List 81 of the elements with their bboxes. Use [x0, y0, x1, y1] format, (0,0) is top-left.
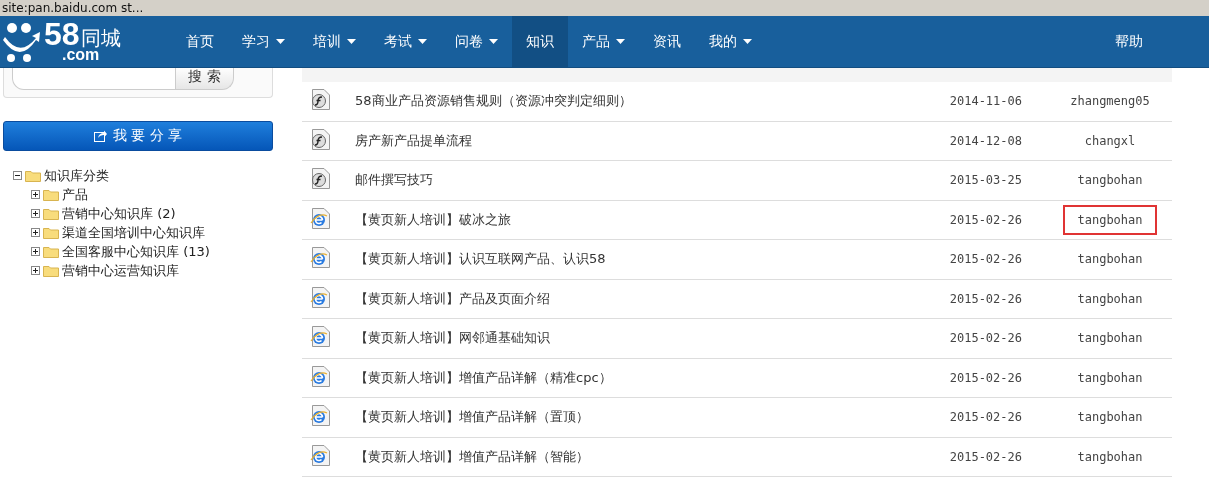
caret-icon	[276, 39, 285, 44]
logo-text: 同城	[80, 27, 121, 49]
table-cell-text: tangbohan	[1076, 369, 1144, 387]
table-cell-text: 2014-11-06	[948, 94, 1023, 109]
search-button[interactable]: 搜 索	[176, 67, 234, 90]
document-link[interactable]: 58商业产品资源销售规则（资源冲突判定细则）	[355, 92, 898, 111]
web-file-icon	[310, 326, 330, 348]
folder-icon	[43, 245, 59, 258]
caret-icon	[489, 39, 498, 44]
table-cell-text: 2015-03-25	[948, 173, 1023, 188]
document-link[interactable]: 【黄页新人培训】增值产品详解（精准cpc）	[355, 368, 898, 387]
nav-item[interactable]: 培训	[299, 16, 370, 67]
document-link[interactable]: 【黄页新人培训】增值产品详解（置顶）	[355, 408, 898, 427]
web-file-icon	[310, 207, 330, 229]
tree-item[interactable]: 知识库分类	[44, 166, 109, 185]
folder-icon	[43, 188, 59, 201]
nav-item[interactable]: 首页	[172, 16, 228, 67]
expand-icon[interactable]	[31, 228, 40, 237]
table-cell-text: 2015-02-26	[948, 410, 1023, 425]
collapse-icon[interactable]	[13, 171, 22, 180]
logo-text: 58	[44, 19, 80, 49]
table-cell-text: 2015-02-26	[948, 370, 1023, 385]
folder-icon	[43, 264, 59, 277]
tree-item[interactable]: 渠道全国培训中心知识库	[62, 223, 205, 242]
caret-icon	[347, 39, 356, 44]
table-cell-text: tangbohan	[1076, 448, 1144, 466]
nav-item[interactable]: 产品	[568, 16, 639, 67]
folder-icon	[43, 207, 59, 220]
document-link[interactable]: 房产新产品提单流程	[355, 131, 898, 150]
document-link[interactable]: 邮件撰写技巧	[355, 171, 898, 190]
caret-icon	[418, 39, 427, 44]
nav-item[interactable]: 我的	[695, 16, 766, 67]
nav-item[interactable]: 帮助	[1101, 16, 1157, 67]
folder-icon	[25, 169, 41, 182]
table-cell-text: 2014-12-08	[948, 133, 1023, 148]
expand-icon[interactable]	[31, 209, 40, 218]
web-file-icon	[310, 405, 330, 427]
web-file-icon	[310, 365, 330, 387]
table-cell-text: 2015-02-26	[948, 331, 1023, 346]
table-cell-text: changxl	[1083, 132, 1137, 150]
share-icon	[93, 130, 107, 142]
expand-icon[interactable]	[31, 190, 40, 199]
table-cell-text: 2015-02-26	[948, 252, 1023, 267]
table-cell-text: 2015-02-26	[948, 212, 1023, 227]
tree-item[interactable]: 营销中心知识库 (2)	[62, 204, 176, 223]
table-cell-text: 2015-02-26	[948, 291, 1023, 306]
web-file-icon	[310, 247, 330, 269]
nav-item[interactable]: 知识	[512, 16, 568, 67]
flash-file-icon	[310, 89, 330, 111]
document-link[interactable]: 【黄页新人培训】网邻通基础知识	[355, 329, 898, 348]
document-link[interactable]: 【黄页新人培训】增值产品详解（智能）	[355, 447, 898, 466]
nav-item[interactable]: 资讯	[639, 16, 695, 67]
expand-icon[interactable]	[31, 247, 40, 256]
document-link[interactable]: 【黄页新人培训】产品及页面介绍	[355, 289, 898, 308]
table-cell: tangbohan	[1063, 204, 1157, 235]
expand-icon[interactable]	[31, 266, 40, 275]
folder-icon	[43, 226, 59, 239]
table-cell-text: tangbohan	[1076, 172, 1144, 190]
web-file-icon	[310, 286, 330, 308]
table-cell-text: tangbohan	[1076, 290, 1144, 308]
share-button[interactable]: 我 要 分 享	[3, 121, 273, 151]
web-file-icon	[310, 444, 330, 466]
nav-item[interactable]: 考试	[370, 16, 441, 67]
tree-item[interactable]: 全国客服中心知识库 (13)	[62, 242, 210, 261]
tree-item[interactable]: 产品	[62, 185, 88, 204]
document-link[interactable]: 【黄页新人培训】破冰之旅	[355, 210, 898, 229]
tree-item[interactable]: 营销中心运营知识库	[62, 261, 179, 280]
document-link[interactable]: 【黄页新人培训】认识互联网产品、认识58	[355, 250, 898, 269]
table-cell-text: tangbohan	[1076, 251, 1144, 269]
flash-file-icon	[310, 128, 330, 150]
table-cell-text: 2015-02-26	[948, 449, 1023, 464]
caret-icon	[743, 39, 752, 44]
table-cell-text: tangbohan	[1076, 330, 1144, 348]
address-bar: site:pan.baidu.com st...	[0, 0, 1209, 16]
nav-item[interactable]: 问卷	[441, 16, 512, 67]
flash-file-icon	[310, 168, 330, 190]
nav-item[interactable]: 学习	[228, 16, 299, 67]
search-field[interactable]	[12, 67, 176, 90]
table-cell-text: tangbohan	[1076, 409, 1144, 427]
table-cell-text: zhangmeng05	[1069, 93, 1151, 111]
caret-icon	[616, 39, 625, 44]
